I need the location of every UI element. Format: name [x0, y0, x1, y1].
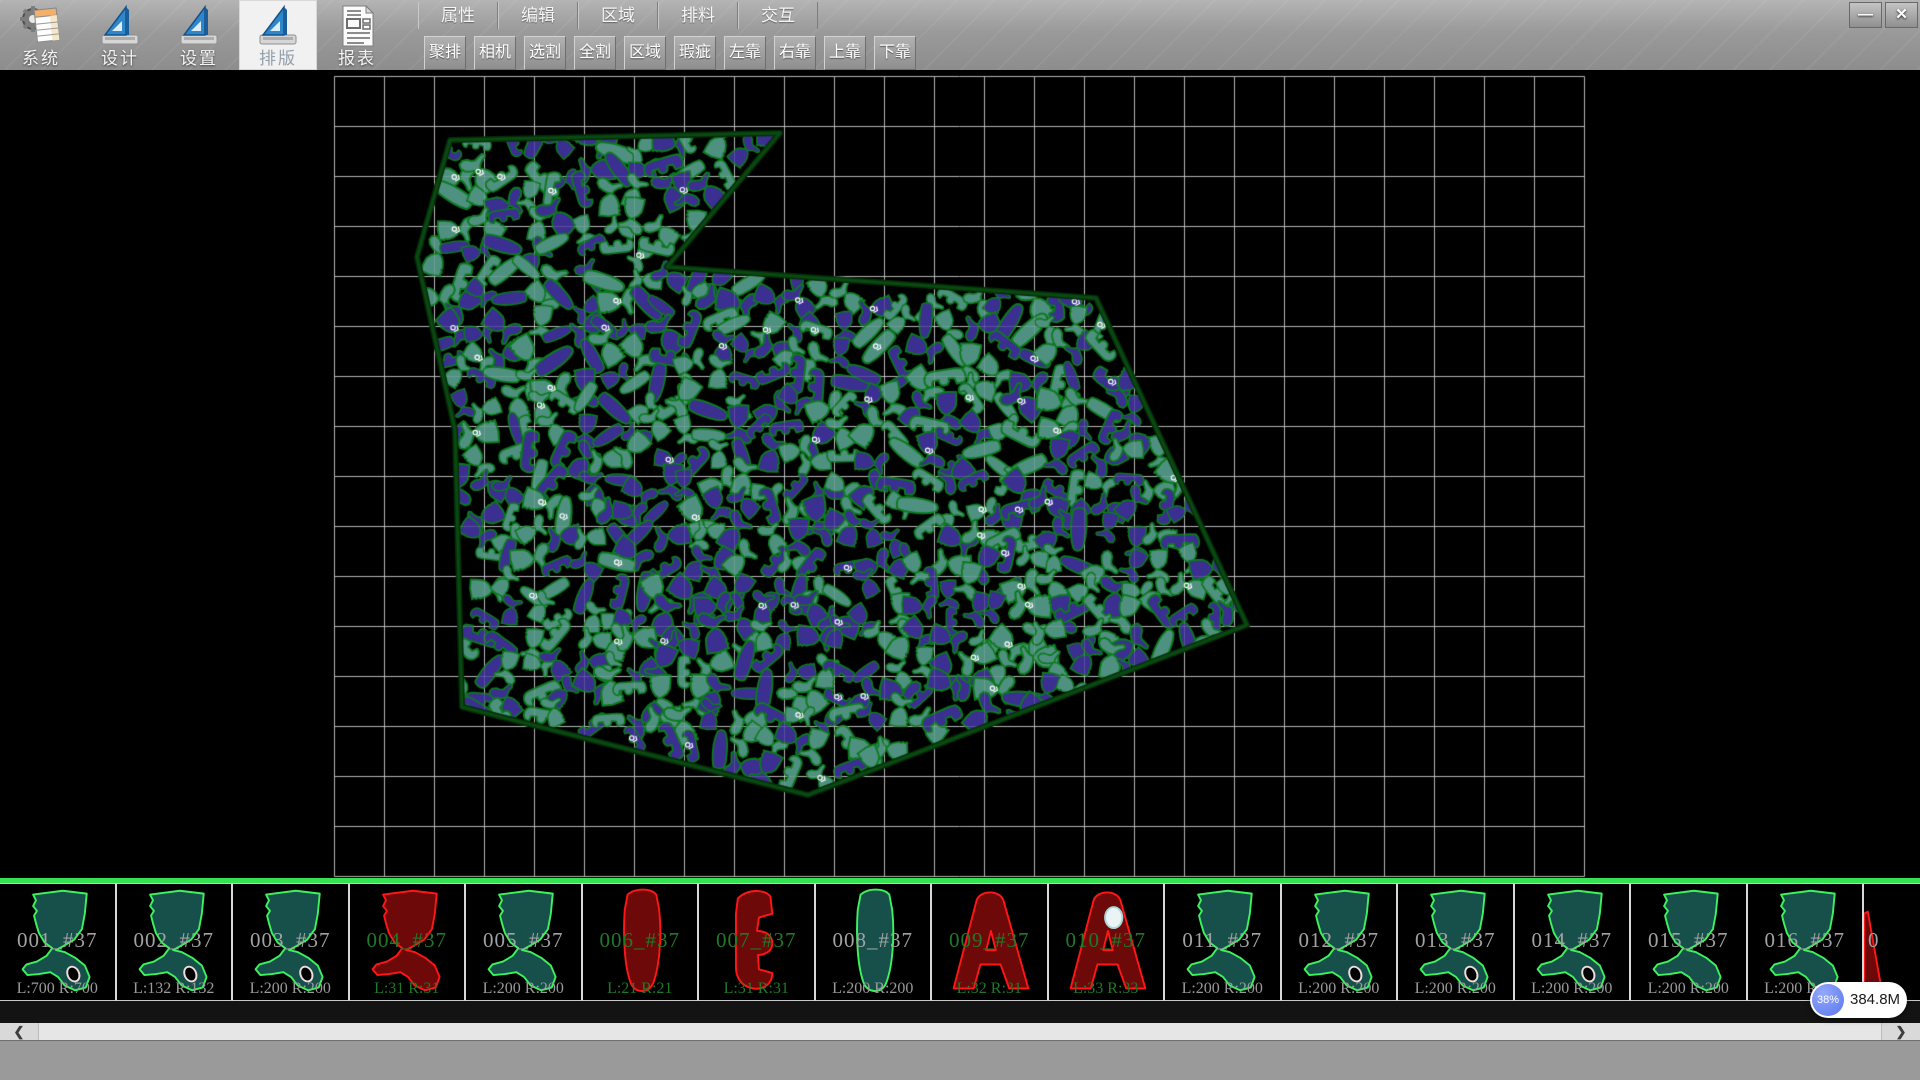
- nesting-workspace[interactable]: [0, 70, 1920, 878]
- thumbnail-lr-count: L:200 R:200: [816, 980, 931, 998]
- tool-button-6[interactable]: 瑕疵: [674, 36, 716, 70]
- badge-percent: 38%: [1812, 984, 1844, 1016]
- toolbar: 系统设计设置排版报表 属性编辑区域排料交互 聚排相机选割全割区域瑕疵左靠右靠上靠…: [0, 0, 1920, 70]
- tool-button-8[interactable]: 右靠: [774, 36, 816, 70]
- set-square-icon: [97, 3, 143, 49]
- thumbnail-lr-count: L:200 R:200: [466, 980, 581, 998]
- tool-button-2[interactable]: 相机: [474, 36, 516, 70]
- nav-button-5[interactable]: 报表: [318, 0, 396, 70]
- thumbnail-label: 003_#37: [233, 928, 348, 953]
- thumbnail-label: 006_#37: [583, 928, 698, 953]
- nav-button-4[interactable]: 排版: [239, 0, 317, 70]
- thumbnail-label: 002_#37: [117, 928, 232, 953]
- thumbnail-label: 016_#37: [1748, 928, 1863, 953]
- thumbnail-label: 010_#37: [1049, 928, 1164, 953]
- thumbnail-cell-014_#37[interactable]: 014_#37 L:200 R:200: [1515, 883, 1632, 1001]
- thumbnail-label: 014_#37: [1515, 928, 1630, 953]
- thumbnail-lr-count: L:31 R:31: [699, 980, 814, 998]
- thumbnail-lr-count: L:200 R:200: [1165, 980, 1280, 998]
- scrollbar-track[interactable]: [38, 1023, 1882, 1040]
- thumbnail-lr-count: L:200 R:200: [1282, 980, 1397, 998]
- thumbnail-cell-009_#37[interactable]: 009_#37 L:32 R:31: [932, 883, 1049, 1001]
- minimize-button[interactable]: —: [1849, 2, 1882, 28]
- gear-doc-icon: [18, 3, 64, 49]
- menu-tab-3[interactable]: 区域: [578, 2, 658, 29]
- application-window: 系统设计设置排版报表 属性编辑区域排料交互 聚排相机选割全割区域瑕疵左靠右靠上靠…: [0, 0, 1920, 1080]
- thumbnail-label: 0: [1864, 928, 1920, 953]
- thumbnail-lr-count: L:33 R:33: [1049, 980, 1164, 998]
- thumbnail-lr-count: L:200 R:200: [1398, 980, 1513, 998]
- nav-button-label: 系统: [2, 49, 80, 69]
- thumbnail-label: 008_#37: [816, 928, 931, 953]
- nav-button-3[interactable]: 设置: [160, 0, 238, 70]
- thumbnail-label: 004_#37: [350, 928, 465, 953]
- thumbnail-label: 007_#37: [699, 928, 814, 953]
- thumbnail-cell-005_#37[interactable]: 005_#37 L:200 R:200: [466, 883, 583, 1001]
- tool-button-3[interactable]: 选割: [524, 36, 566, 70]
- scroll-left-button[interactable]: ❮: [0, 1023, 39, 1040]
- thumbnail-label: 015_#37: [1631, 928, 1746, 953]
- nav-button-label: 报表: [318, 49, 396, 69]
- menu-tab-1[interactable]: 属性: [418, 2, 498, 29]
- thumbnail-label: 009_#37: [932, 928, 1047, 953]
- menu-tab-bar: 属性编辑区域排料交互: [418, 2, 818, 29]
- thumbnail-lr-count: L:32 R:31: [932, 980, 1047, 998]
- thumbnail-cell-015_#37[interactable]: 015_#37 L:200 R:200: [1631, 883, 1748, 1001]
- thumbnail-label: 012_#37: [1282, 928, 1397, 953]
- overlay-badge[interactable]: 38% 384.8M: [1810, 982, 1907, 1018]
- thumbnail-cell-011_#37[interactable]: 011_#37 L:200 R:200: [1165, 883, 1282, 1001]
- tool-button-4[interactable]: 全割: [574, 36, 616, 70]
- pieces-strip: 001_#37L:700 R:700002_#37L:132 R:132003_…: [0, 883, 1920, 1001]
- tool-button-9[interactable]: 上靠: [824, 36, 866, 70]
- thumbnail-lr-count: L:31 R:31: [350, 980, 465, 998]
- tool-button-10[interactable]: 下靠: [874, 36, 916, 70]
- report-icon: [334, 3, 380, 49]
- thumbnail-cell-012_#37[interactable]: 012_#37 L:200 R:200: [1282, 883, 1399, 1001]
- menu-tab-5[interactable]: 交互: [738, 2, 818, 29]
- thumbnail-label: 005_#37: [466, 928, 581, 953]
- scroll-right-button[interactable]: ❯: [1881, 1023, 1920, 1040]
- thumbnail-label: 013_#37: [1398, 928, 1513, 953]
- nav-button-label: 设计: [81, 49, 159, 69]
- strip-bottom-gap: [0, 1001, 1920, 1023]
- thumbnail-cell-007_#37[interactable]: 007_#37 L:31 R:31: [699, 883, 816, 1001]
- thumbnail-cell-001_#37[interactable]: 001_#37 L:700 R:700: [0, 883, 117, 1001]
- tool-button-row: 聚排相机选割全割区域瑕疵左靠右靠上靠下靠: [424, 36, 916, 70]
- thumbnail-cell-004_#37[interactable]: 004_#37 L:31 R:31: [350, 883, 467, 1001]
- nesting-canvas[interactable]: [0, 70, 1920, 878]
- nav-button-2[interactable]: 设计: [81, 0, 159, 70]
- badge-size-label: 384.8M: [1850, 982, 1900, 1018]
- thumbnail-cell-002_#37[interactable]: 002_#37 L:132 R:132: [117, 883, 234, 1001]
- thumbnail-lr-count: L:200 R:200: [1515, 980, 1630, 998]
- menu-tab-4[interactable]: 排料: [658, 2, 738, 29]
- thumbnail-label: 001_#37: [0, 928, 115, 953]
- nav-button-label: 排版: [239, 49, 317, 69]
- tool-button-5[interactable]: 区域: [624, 36, 666, 70]
- status-band: [0, 1040, 1920, 1080]
- thumbnail-cell-006_#37[interactable]: 006_#37 L:21 R:21: [583, 883, 700, 1001]
- close-button[interactable]: ✕: [1885, 2, 1918, 28]
- thumbnail-lr-count: L:132 R:132: [117, 980, 232, 998]
- thumbnail-label: 011_#37: [1165, 928, 1280, 953]
- set-square-icon: [176, 3, 222, 49]
- nav-button-label: 设置: [160, 49, 238, 69]
- set-square-icon: [255, 3, 301, 49]
- menu-tab-2[interactable]: 编辑: [498, 2, 578, 29]
- thumbnail-cell-008_#37[interactable]: 008_#37 L:200 R:200: [816, 883, 933, 1001]
- tool-button-7[interactable]: 左靠: [724, 36, 766, 70]
- thumbnail-lr-count: L:200 R:200: [233, 980, 348, 998]
- thumbnail-cell-013_#37[interactable]: 013_#37 L:200 R:200: [1398, 883, 1515, 1001]
- window-controls: — ✕: [1849, 2, 1918, 28]
- thumbnail-lr-count: L:200 R:200: [1631, 980, 1746, 998]
- thumbnail-cell-010_#37[interactable]: 010_#37 L:33 R:33: [1049, 883, 1166, 1001]
- nav-button-1[interactable]: 系统: [2, 0, 80, 70]
- thumbnail-cell-003_#37[interactable]: 003_#37 L:200 R:200: [233, 883, 350, 1001]
- tool-button-1[interactable]: 聚排: [424, 36, 466, 70]
- thumbnail-lr-count: L:21 R:21: [583, 980, 698, 998]
- thumbnail-lr-count: L:700 R:700: [0, 980, 115, 998]
- horizontal-scrollbar[interactable]: ❮ ❯: [0, 1023, 1920, 1040]
